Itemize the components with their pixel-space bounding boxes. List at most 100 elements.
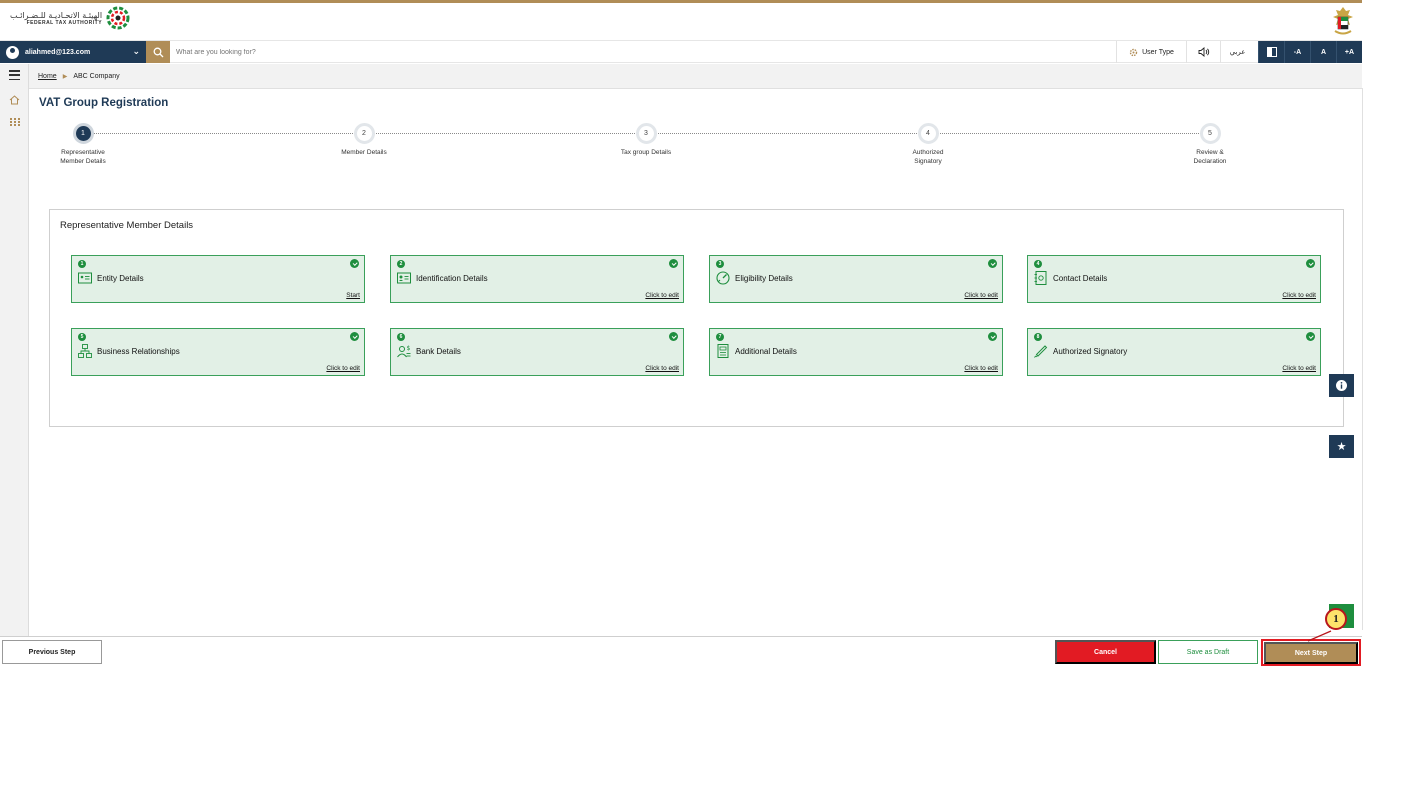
- site-header: الهيئـة الاتحـاديـة للـضـرائـب FEDERAL T…: [0, 3, 1362, 39]
- tile-business-relationships[interactable]: 5 Business Relationships Click to edit: [71, 328, 365, 376]
- contrast-icon: [1266, 47, 1277, 57]
- previous-step-button[interactable]: Previous Step: [2, 640, 102, 664]
- next-step-highlight-box: [1261, 639, 1361, 666]
- tile-edit-link[interactable]: Click to edit: [645, 292, 679, 299]
- cancel-button[interactable]: Cancel: [1055, 640, 1156, 664]
- tile-eligibility-details[interactable]: 3 Eligibility Details Click to edit: [709, 255, 1003, 303]
- check-circle-icon: [350, 259, 359, 268]
- step-circle: 1: [72, 123, 94, 144]
- step-4[interactable]: 4 Authorized Signatory: [878, 123, 978, 166]
- font-increase-button[interactable]: +A: [1336, 41, 1362, 63]
- top-navbar: aliahmed@123.com ⌄ User Type عربي: [0, 40, 1362, 63]
- text-to-speech-button[interactable]: [1186, 41, 1220, 63]
- check-circle-icon: [988, 259, 997, 268]
- tile-number: 5: [78, 333, 86, 341]
- tile-start-link[interactable]: Start: [346, 292, 360, 299]
- tile-name: Bank Details: [416, 347, 461, 356]
- home-icon[interactable]: [8, 93, 21, 106]
- breadcrumb: Home ▶ ABC Company: [29, 64, 1362, 88]
- tile-bank-details[interactable]: 6 $ Bank Details Click to edit: [390, 328, 684, 376]
- search-icon: [153, 47, 163, 57]
- representative-member-section: Representative Member Details 1 Entity D…: [49, 209, 1344, 427]
- info-icon: [1336, 380, 1347, 391]
- check-circle-icon: [350, 332, 359, 341]
- speaker-icon: [1198, 47, 1209, 57]
- bank-user-icon: $: [397, 345, 411, 358]
- svg-text:$: $: [407, 345, 411, 352]
- user-type-button[interactable]: User Type: [1116, 41, 1186, 63]
- tile-name: Identification Details: [416, 274, 488, 283]
- user-type-label: User Type: [1142, 48, 1174, 56]
- tile-authorized-signatory[interactable]: 8 Authorized Signatory Click to edit: [1027, 328, 1321, 376]
- apps-grid-icon[interactable]: [8, 115, 21, 128]
- tile-edit-link[interactable]: Click to edit: [1282, 292, 1316, 299]
- step-5[interactable]: 5 Review & Declaration: [1160, 123, 1260, 166]
- gear-icon: [1129, 48, 1138, 56]
- tile-edit-link[interactable]: Click to edit: [964, 365, 998, 372]
- user-avatar-icon: [6, 45, 19, 59]
- step-circle: 5: [1199, 123, 1221, 144]
- save-draft-button[interactable]: Save as Draft: [1158, 640, 1258, 664]
- fta-logo[interactable]: الهيئـة الاتحـاديـة للـضـرائـب FEDERAL T…: [10, 6, 130, 30]
- callout-badge: 1: [1325, 608, 1347, 630]
- user-account-menu[interactable]: aliahmed@123.com ⌄: [0, 41, 146, 63]
- star-icon: ★: [1336, 441, 1347, 453]
- main-content: VAT Group Registration 1 Representative M…: [29, 88, 1363, 630]
- tile-identification-details[interactable]: 2 Identification Details Click to edit: [390, 255, 684, 303]
- check-circle-icon: [988, 332, 997, 341]
- favorite-button[interactable]: ★: [1329, 435, 1354, 458]
- pen-icon: [1034, 345, 1048, 358]
- check-circle-icon: [669, 259, 678, 268]
- identification-icon: [397, 272, 411, 284]
- language-toggle[interactable]: عربي: [1220, 41, 1254, 63]
- info-button[interactable]: [1329, 374, 1354, 397]
- user-email: aliahmed@123.com: [25, 48, 91, 56]
- chevron-down-icon: ⌄: [132, 46, 140, 56]
- check-circle-icon: [669, 332, 678, 341]
- callout-pointer: [1307, 630, 1332, 642]
- tile-number: 3: [716, 260, 724, 268]
- step-circle: 2: [353, 123, 375, 144]
- tile-number: 1: [78, 260, 86, 268]
- step-3[interactable]: 3 Tax group Details: [596, 123, 696, 158]
- tile-edit-link[interactable]: Click to edit: [1282, 365, 1316, 372]
- tile-number: 7: [716, 333, 724, 341]
- registration-stepper: 1 Representative Member Details 2 Member …: [29, 119, 1363, 179]
- uae-emblem-icon: [1333, 7, 1353, 35]
- step-circle: 4: [917, 123, 939, 144]
- tile-edit-link[interactable]: Click to edit: [326, 365, 360, 372]
- tile-entity-details[interactable]: 1 Entity Details Start: [71, 255, 365, 303]
- side-rail: [0, 64, 29, 636]
- tile-edit-link[interactable]: Click to edit: [964, 292, 998, 299]
- gauge-icon: [716, 271, 730, 285]
- breadcrumb-home-link[interactable]: Home: [38, 73, 57, 80]
- search-input[interactable]: [176, 43, 876, 61]
- footer-actions: Previous Step Cancel Save as Draft Next …: [0, 636, 1362, 666]
- tile-name: Additional Details: [735, 347, 797, 356]
- hamburger-menu-icon[interactable]: [9, 70, 20, 80]
- tile-additional-details[interactable]: 7 Additional Details Click to edit: [709, 328, 1003, 376]
- font-decrease-button[interactable]: -A: [1284, 41, 1310, 63]
- logo-arabic-text: الهيئـة الاتحـاديـة للـضـرائـب: [10, 10, 103, 20]
- check-circle-icon: [1306, 259, 1315, 268]
- contact-book-icon: [1034, 271, 1047, 285]
- contrast-toggle-button[interactable]: [1258, 41, 1284, 63]
- document-icon: [717, 344, 729, 358]
- tile-edit-link[interactable]: Click to edit: [645, 365, 679, 372]
- fta-emblem-icon: [106, 6, 130, 30]
- step-2[interactable]: 2 Member Details: [314, 123, 414, 158]
- id-card-icon: [78, 272, 92, 284]
- step-circle: 3: [635, 123, 657, 144]
- tile-name: Authorized Signatory: [1053, 347, 1128, 356]
- font-default-button[interactable]: A: [1310, 41, 1336, 63]
- search-button[interactable]: [146, 41, 170, 63]
- org-chart-icon: [78, 344, 92, 358]
- step-1[interactable]: 1 Representative Member Details: [33, 123, 133, 166]
- tile-number: 6: [397, 333, 405, 341]
- breadcrumb-separator-icon: ▶: [62, 73, 68, 80]
- tile-name: Entity Details: [97, 274, 144, 283]
- tile-contact-details[interactable]: 4 Contact Details Click to edit: [1027, 255, 1321, 303]
- tile-name: Business Relationships: [97, 347, 180, 356]
- tile-number: 4: [1034, 260, 1042, 268]
- page-title: VAT Group Registration: [39, 97, 169, 109]
